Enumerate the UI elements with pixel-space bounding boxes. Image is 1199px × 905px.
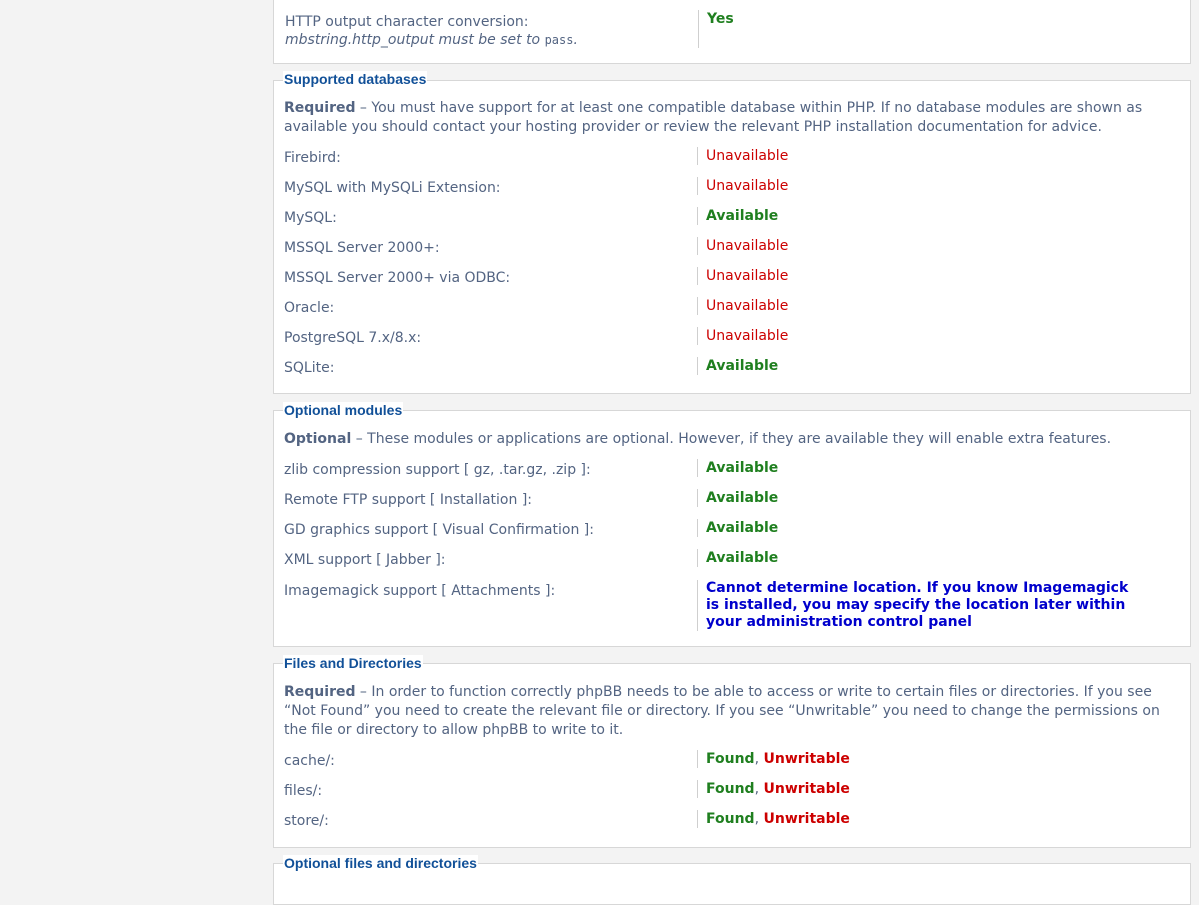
- file-row: files/: Found, Unwritable: [284, 780, 1191, 805]
- database-row-label: PostgreSQL 7.x/8.x:: [284, 330, 422, 346]
- found-status: Found: [706, 751, 755, 767]
- module-row-label: GD graphics support [ Visual Confirmatio…: [284, 522, 594, 538]
- file-row-label: files/:: [284, 783, 323, 799]
- database-row: MSSQL Server 2000+: Unavailable: [284, 237, 1191, 262]
- status-text: Available: [706, 550, 779, 566]
- http-output-label: HTTP output character conversion: mbstri…: [285, 14, 578, 48]
- status-text: Available: [706, 520, 779, 536]
- unwritable-status: Unwritable: [763, 751, 850, 767]
- database-row-label: MySQL with MySQLi Extension:: [284, 180, 501, 196]
- database-row-value: Unavailable: [697, 147, 788, 165]
- database-row-value: Available: [697, 207, 778, 225]
- database-row-label: Firebird:: [284, 150, 341, 166]
- module-row-label: zlib compression support [ gz, .tar.gz, …: [284, 462, 591, 478]
- file-row: store/: Found, Unwritable: [284, 810, 1191, 835]
- supported-databases-legend: Supported databases: [283, 71, 428, 87]
- files-directories-legend: Files and Directories: [283, 655, 423, 671]
- status-text: Unavailable: [706, 328, 789, 344]
- status-text: Unavailable: [706, 238, 789, 254]
- status-text: Available: [706, 490, 779, 506]
- module-row-label: XML support [ Jabber ]:: [284, 552, 446, 568]
- php-settings-box: HTTP output character conversion: mbstri…: [273, 0, 1191, 64]
- optional-modules-legend: Optional modules: [283, 402, 404, 418]
- module-row-label: Remote FTP support [ Installation ]:: [284, 492, 533, 508]
- database-row-value: Unavailable: [697, 267, 788, 285]
- module-row-value: Available: [697, 489, 778, 507]
- optional-files-legend: Optional files and directories: [283, 855, 478, 871]
- status-text: Unavailable: [706, 298, 789, 314]
- status-text: Unavailable: [706, 268, 789, 284]
- http-output-hint: mbstring.http_output must be set to pass…: [285, 32, 578, 48]
- imagemagick-label: Imagemagick support [ Attachments ]:: [284, 583, 556, 599]
- unwritable-status: Unwritable: [763, 811, 850, 827]
- database-row: PostgreSQL 7.x/8.x: Unavailable: [284, 327, 1191, 352]
- status-text: Available: [706, 358, 779, 374]
- status-text: Available: [706, 208, 779, 224]
- found-status: Found: [706, 781, 755, 797]
- database-row-value: Unavailable: [697, 177, 788, 195]
- module-row: Remote FTP support [ Installation ]: Avai…: [284, 489, 1191, 514]
- file-row-value: Found, Unwritable: [697, 810, 850, 828]
- database-row-value: Unavailable: [697, 297, 788, 315]
- file-row-label: cache/:: [284, 753, 335, 769]
- file-row-value: Found, Unwritable: [697, 780, 850, 798]
- http-output-value: Yes: [698, 10, 734, 48]
- status-text: Unavailable: [706, 148, 789, 164]
- database-row: SQLite: Available: [284, 357, 1191, 382]
- module-row: GD graphics support [ Visual Confirmatio…: [284, 519, 1191, 544]
- files-directories-description: Required – In order to function correctl…: [284, 684, 1160, 738]
- status-text: Available: [706, 460, 779, 476]
- status-text: Unavailable: [706, 178, 789, 194]
- database-row-label: MSSQL Server 2000+ via ODBC:: [284, 270, 511, 286]
- database-row: MySQL with MySQLi Extension: Unavailable: [284, 177, 1191, 202]
- database-row-label: Oracle:: [284, 300, 335, 316]
- http-output-row: HTTP output character conversion: mbstri…: [285, 10, 1190, 53]
- imagemagick-row: Imagemagick support [ Attachments ]: Can…: [284, 580, 1191, 633]
- optional-modules-description: Optional – These modules or applications…: [284, 431, 1112, 447]
- module-row-value: Available: [697, 459, 778, 477]
- database-row: MySQL: Available: [284, 207, 1191, 232]
- database-row: MSSQL Server 2000+ via ODBC: Unavailable: [284, 267, 1191, 292]
- unwritable-status: Unwritable: [763, 781, 850, 797]
- module-row: zlib compression support [ gz, .tar.gz, …: [284, 459, 1191, 484]
- database-row-value: Unavailable: [697, 327, 788, 345]
- database-row-label: SQLite:: [284, 360, 335, 376]
- module-row-value: Available: [697, 549, 778, 567]
- database-row-value: Unavailable: [697, 237, 788, 255]
- database-row-label: MySQL:: [284, 210, 337, 226]
- database-row-label: MSSQL Server 2000+:: [284, 240, 440, 256]
- database-row: Firebird: Unavailable: [284, 147, 1191, 172]
- module-row-value: Available: [697, 519, 778, 537]
- database-row-value: Available: [697, 357, 778, 375]
- supported-databases-description: Required – You must have support for at …: [284, 100, 1143, 135]
- found-status: Found: [706, 811, 755, 827]
- file-row-value: Found, Unwritable: [697, 750, 850, 768]
- file-row-label: store/:: [284, 813, 329, 829]
- imagemagick-value: Cannot determine location. If you know I…: [697, 580, 1146, 631]
- database-row: Oracle: Unavailable: [284, 297, 1191, 322]
- module-row: XML support [ Jabber ]: Available: [284, 549, 1191, 574]
- file-row: cache/: Found, Unwritable: [284, 750, 1191, 775]
